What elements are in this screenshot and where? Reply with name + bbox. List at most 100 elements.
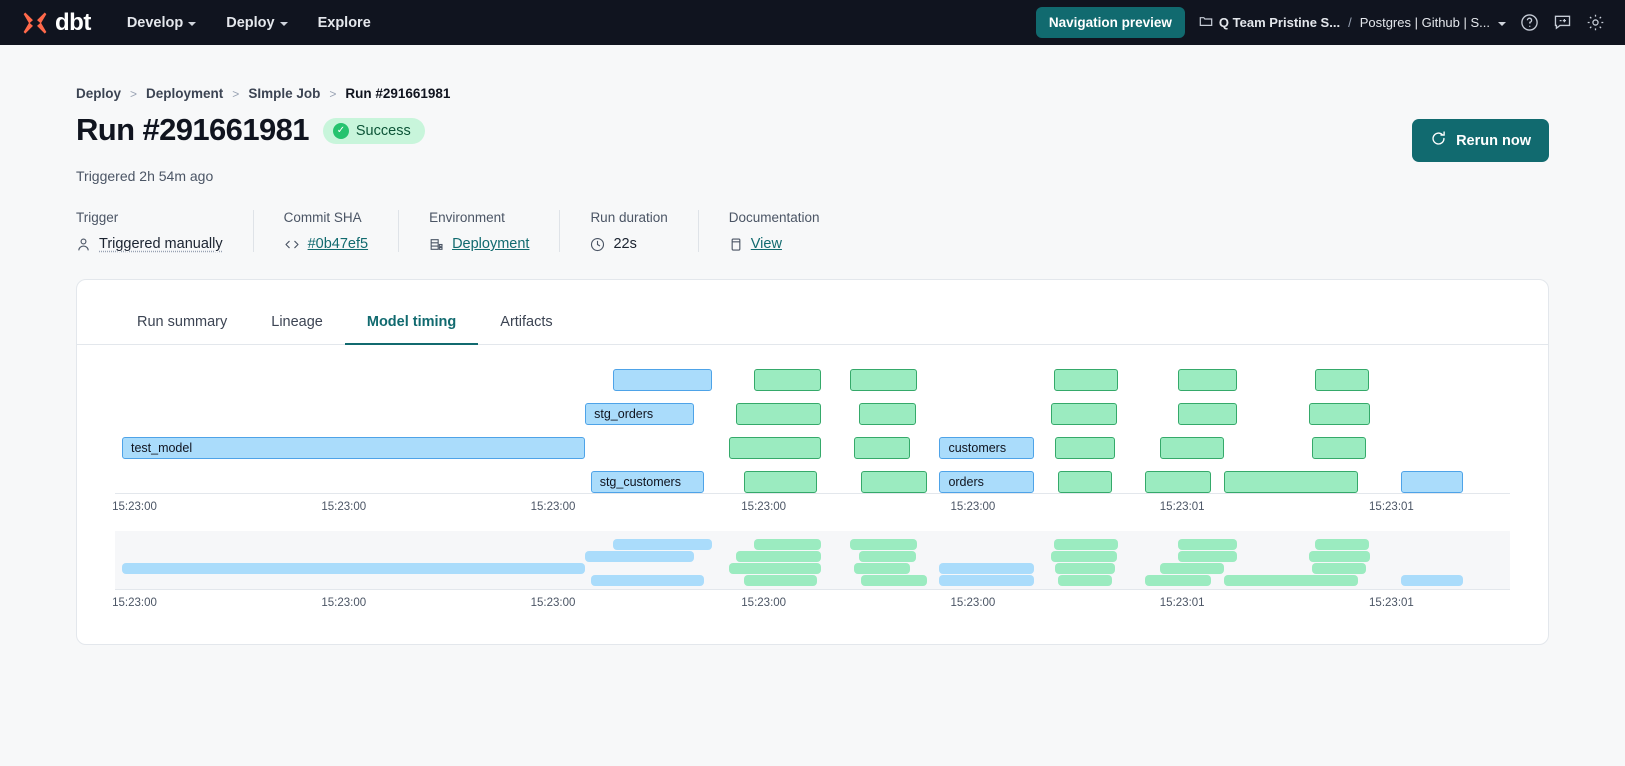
folder-icon xyxy=(1199,14,1213,31)
brand-logo[interactable]: dbt xyxy=(16,10,91,36)
gantt-bar[interactable] xyxy=(729,437,821,459)
gantt-bar[interactable] xyxy=(736,403,821,425)
minimap-bar[interactable] xyxy=(1178,551,1237,562)
project-selector[interactable]: Q Team Pristine S... / Postgres | Github… xyxy=(1199,14,1506,31)
nav-item-develop[interactable]: Develop xyxy=(127,15,196,31)
gantt-bar[interactable] xyxy=(1315,369,1369,391)
feedback-icon[interactable] xyxy=(1553,13,1572,32)
breadcrumb-item-job[interactable]: SImple Job xyxy=(248,86,320,101)
meta-run-duration-value-row: 22s xyxy=(590,236,667,252)
minimap-bar[interactable] xyxy=(1401,575,1462,586)
meta-documentation-label: Documentation xyxy=(729,210,820,225)
minimap-axis-tick-label: 15:23:00 xyxy=(321,597,366,609)
gantt-bar[interactable] xyxy=(1160,437,1224,459)
gantt-bar[interactable] xyxy=(754,369,821,391)
minimap-bar[interactable] xyxy=(1309,551,1370,562)
minimap-bar[interactable] xyxy=(122,563,585,574)
nav-item-deploy-label: Deploy xyxy=(226,15,274,31)
gantt-bar[interactable] xyxy=(850,369,917,391)
run-metadata-strip: Trigger Triggered manually Commit SHA #0 xyxy=(76,210,1549,252)
minimap-bar[interactable] xyxy=(613,539,712,550)
minimap-bar[interactable] xyxy=(1058,575,1112,586)
minimap-bar[interactable] xyxy=(729,563,821,574)
meta-commit-sha-value[interactable]: #0b47ef5 xyxy=(308,236,368,252)
meta-documentation-value-row: View xyxy=(729,236,820,252)
minimap-bar[interactable] xyxy=(754,539,821,550)
gantt-minimap[interactable] xyxy=(115,531,1510,589)
minimap-bar[interactable] xyxy=(1054,539,1118,550)
tab-lineage[interactable]: Lineage xyxy=(249,302,345,345)
breadcrumb-separator: > xyxy=(232,87,239,101)
status-badge: ✓ Success xyxy=(323,118,425,144)
rerun-now-button[interactable]: Rerun now xyxy=(1412,119,1549,162)
minimap-bar[interactable] xyxy=(744,575,817,586)
database-icon xyxy=(429,237,444,252)
minimap-bar[interactable] xyxy=(850,539,917,550)
chevron-down-icon xyxy=(280,22,288,26)
gantt-bar[interactable] xyxy=(861,471,927,493)
gantt-bar-orders[interactable]: orders xyxy=(939,471,1034,493)
gantt-bar-stg_customers[interactable]: stg_customers xyxy=(591,471,704,493)
minimap-axis-tick-label: 15:23:00 xyxy=(531,597,576,609)
gantt-bar[interactable] xyxy=(1309,403,1370,425)
page-title: Run #291661981 xyxy=(76,113,309,147)
tab-run-summary[interactable]: Run summary xyxy=(115,302,249,345)
meta-commit-sha: Commit SHA #0b47ef5 xyxy=(253,210,398,252)
gantt-bar[interactable] xyxy=(859,403,916,425)
minimap-bar[interactable] xyxy=(1145,575,1212,586)
minimap-bar[interactable] xyxy=(1312,563,1366,574)
minimap-bar[interactable] xyxy=(1055,563,1115,574)
page-body: Deploy > Deployment > SImple Job > Run #… xyxy=(0,45,1625,645)
gantt-bar[interactable] xyxy=(1055,437,1115,459)
minimap-bar[interactable] xyxy=(1224,575,1358,586)
gantt-bar[interactable] xyxy=(1058,471,1112,493)
breadcrumb-item-deploy[interactable]: Deploy xyxy=(76,86,121,101)
gantt-bar-label: stg_orders xyxy=(594,407,653,421)
gantt-bar[interactable] xyxy=(1178,403,1237,425)
navigation-preview-button[interactable]: Navigation preview xyxy=(1036,7,1185,38)
gantt-bar[interactable] xyxy=(1224,471,1358,493)
axis-tick-label: 15:23:00 xyxy=(531,501,576,513)
gantt-bar[interactable] xyxy=(1054,369,1118,391)
minimap-bar[interactable] xyxy=(939,563,1034,574)
minimap-time-axis: 15:23:0015:23:0015:23:0015:23:0015:23:00… xyxy=(115,589,1510,611)
gantt-bar[interactable] xyxy=(613,369,712,391)
minimap-bar[interactable] xyxy=(1051,551,1117,562)
help-circle-icon[interactable] xyxy=(1520,13,1539,32)
breadcrumb-item-deployment[interactable]: Deployment xyxy=(146,86,223,101)
gantt-bar[interactable] xyxy=(1312,437,1366,459)
minimap-bar[interactable] xyxy=(1178,539,1237,550)
minimap-bar[interactable] xyxy=(859,551,916,562)
gantt-bar[interactable] xyxy=(1401,471,1462,493)
nav-item-explore[interactable]: Explore xyxy=(318,15,371,31)
gantt-bar[interactable] xyxy=(744,471,817,493)
gantt-bar[interactable] xyxy=(1051,403,1117,425)
gear-icon[interactable] xyxy=(1586,13,1605,32)
minimap-bar[interactable] xyxy=(585,551,694,562)
gantt-bar[interactable] xyxy=(1145,471,1212,493)
account-name: Q Team Pristine S... xyxy=(1219,15,1340,30)
minimap-bar[interactable] xyxy=(736,551,821,562)
chevron-down-icon[interactable] xyxy=(1498,22,1506,26)
gantt-bars-area[interactable]: stg_orders test_model customers stg_custome… xyxy=(115,361,1510,493)
account-crumb[interactable]: Q Team Pristine S... xyxy=(1199,14,1340,31)
minimap-bar[interactable] xyxy=(1160,563,1224,574)
minimap-bar[interactable] xyxy=(861,575,927,586)
gantt-bar-stg_orders[interactable]: stg_orders xyxy=(585,403,694,425)
gantt-time-axis: 15:23:0015:23:0015:23:0015:23:0015:23:00… xyxy=(115,493,1510,515)
minimap-bar[interactable] xyxy=(591,575,704,586)
axis-tick-label: 15:23:00 xyxy=(321,501,366,513)
gantt-bar-test_model[interactable]: test_model xyxy=(122,437,585,459)
gantt-bar[interactable] xyxy=(1178,369,1237,391)
meta-documentation-value[interactable]: View xyxy=(751,236,782,252)
meta-environment-value[interactable]: Deployment xyxy=(452,236,529,252)
tab-artifacts[interactable]: Artifacts xyxy=(478,302,574,345)
minimap-bar[interactable] xyxy=(854,563,910,574)
gantt-bar-customers[interactable]: customers xyxy=(939,437,1034,459)
minimap-bar[interactable] xyxy=(1315,539,1369,550)
minimap-bar[interactable] xyxy=(939,575,1034,586)
nav-item-deploy[interactable]: Deploy xyxy=(226,15,287,31)
breadcrumb-separator: > xyxy=(329,87,336,101)
tab-model-timing[interactable]: Model timing xyxy=(345,302,478,345)
gantt-bar[interactable] xyxy=(854,437,910,459)
